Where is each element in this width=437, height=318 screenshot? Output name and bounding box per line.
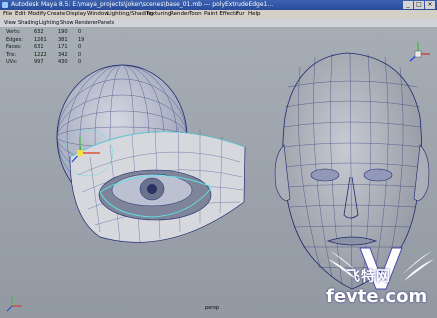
panel-menu-bar: View Shading Lighting Show Renderer Pane…: [0, 19, 437, 27]
hud-row-faces: Faces: 631 171 0: [6, 44, 96, 52]
hud-value: 381: [58, 36, 68, 43]
head-right-eye: [363, 168, 393, 182]
panel-menu-show[interactable]: Show: [60, 19, 74, 27]
menu-fur[interactable]: Fur: [236, 10, 245, 19]
menu-modify[interactable]: Modify: [28, 10, 46, 19]
maya-app-icon: [2, 2, 8, 8]
panel-menu-shading[interactable]: Shading: [18, 19, 38, 27]
close-icon[interactable]: ×: [425, 1, 435, 9]
hud-value: 342: [58, 51, 68, 58]
main-menu-bar: File Edit Modify Create Display Window L…: [0, 10, 437, 19]
menu-toon[interactable]: Toon: [189, 10, 202, 19]
axis-gizmo-icon: [6, 296, 22, 312]
hud-value: 1222: [34, 51, 47, 58]
panel-menu-view[interactable]: View: [4, 19, 16, 27]
hud-label: UVs:: [6, 59, 18, 65]
hud-value: 997: [34, 59, 44, 65]
hud-value: 190: [58, 29, 68, 35]
menu-window[interactable]: Window: [87, 10, 109, 19]
menu-display[interactable]: Display: [66, 10, 86, 19]
minimize-icon[interactable]: _: [403, 1, 413, 9]
hud-row-tris: Tris: 1222 342 0: [6, 52, 96, 60]
menu-edit[interactable]: Edit: [15, 10, 26, 19]
hud-value: 430: [58, 59, 68, 65]
hud-value: 631: [34, 44, 44, 50]
hud-label: Faces:: [6, 44, 22, 50]
hud-value: 0: [78, 51, 82, 58]
pupil: [147, 184, 157, 194]
hud-label: Tris:: [6, 51, 17, 58]
hud-value: 0: [78, 44, 82, 50]
menu-paint-effects[interactable]: Paint Effects: [204, 10, 238, 19]
panel-menu-lighting[interactable]: Lighting: [39, 19, 59, 27]
hud-value: 632: [34, 29, 44, 35]
menu-texturing[interactable]: Texturing: [146, 10, 171, 19]
menu-render[interactable]: Render: [170, 10, 190, 19]
hud-row-verts: Verts: 632 190 0: [6, 29, 96, 37]
panel-menu-panels[interactable]: Panels: [98, 19, 114, 27]
watermark-chinese-text: 飞特网: [346, 269, 391, 285]
title-bar: Autodesk Maya 8.5: E:\maya_projects\joke…: [0, 0, 437, 10]
menu-create[interactable]: Create: [47, 10, 65, 19]
hud-label: Edges:: [6, 36, 23, 43]
maximize-icon[interactable]: □: [414, 1, 424, 9]
window-title: Autodesk Maya 8.5: E:\maya_projects\joke…: [11, 1, 274, 8]
view-axis-icon[interactable]: [409, 42, 430, 62]
menu-help[interactable]: Help: [248, 10, 261, 19]
hud-row-uvs: UVs: 997 430 0: [6, 59, 96, 67]
watermark-url: fevte.com: [326, 286, 428, 307]
eye-mesh[interactable]: [56, 64, 246, 244]
hud-label: Verts:: [6, 29, 21, 35]
head-silhouette: [282, 52, 422, 290]
poly-count-hud: Verts: 632 190 0 Edges: 1261 381 19 Face…: [6, 29, 96, 67]
panel-menu-renderer[interactable]: Renderer: [75, 19, 98, 27]
hud-row-edges: Edges: 1261 381 19: [6, 37, 96, 45]
hud-value: 171: [58, 44, 68, 50]
menu-file[interactable]: File: [3, 10, 12, 19]
hud-value: 19: [78, 36, 85, 43]
head-left-eye: [310, 168, 340, 182]
head-mesh[interactable]: [274, 52, 430, 290]
hud-value: 1261: [34, 36, 47, 43]
hud-value: 0: [78, 59, 82, 65]
camera-name-label: persp: [205, 305, 220, 311]
hud-value: 0: [78, 29, 82, 35]
